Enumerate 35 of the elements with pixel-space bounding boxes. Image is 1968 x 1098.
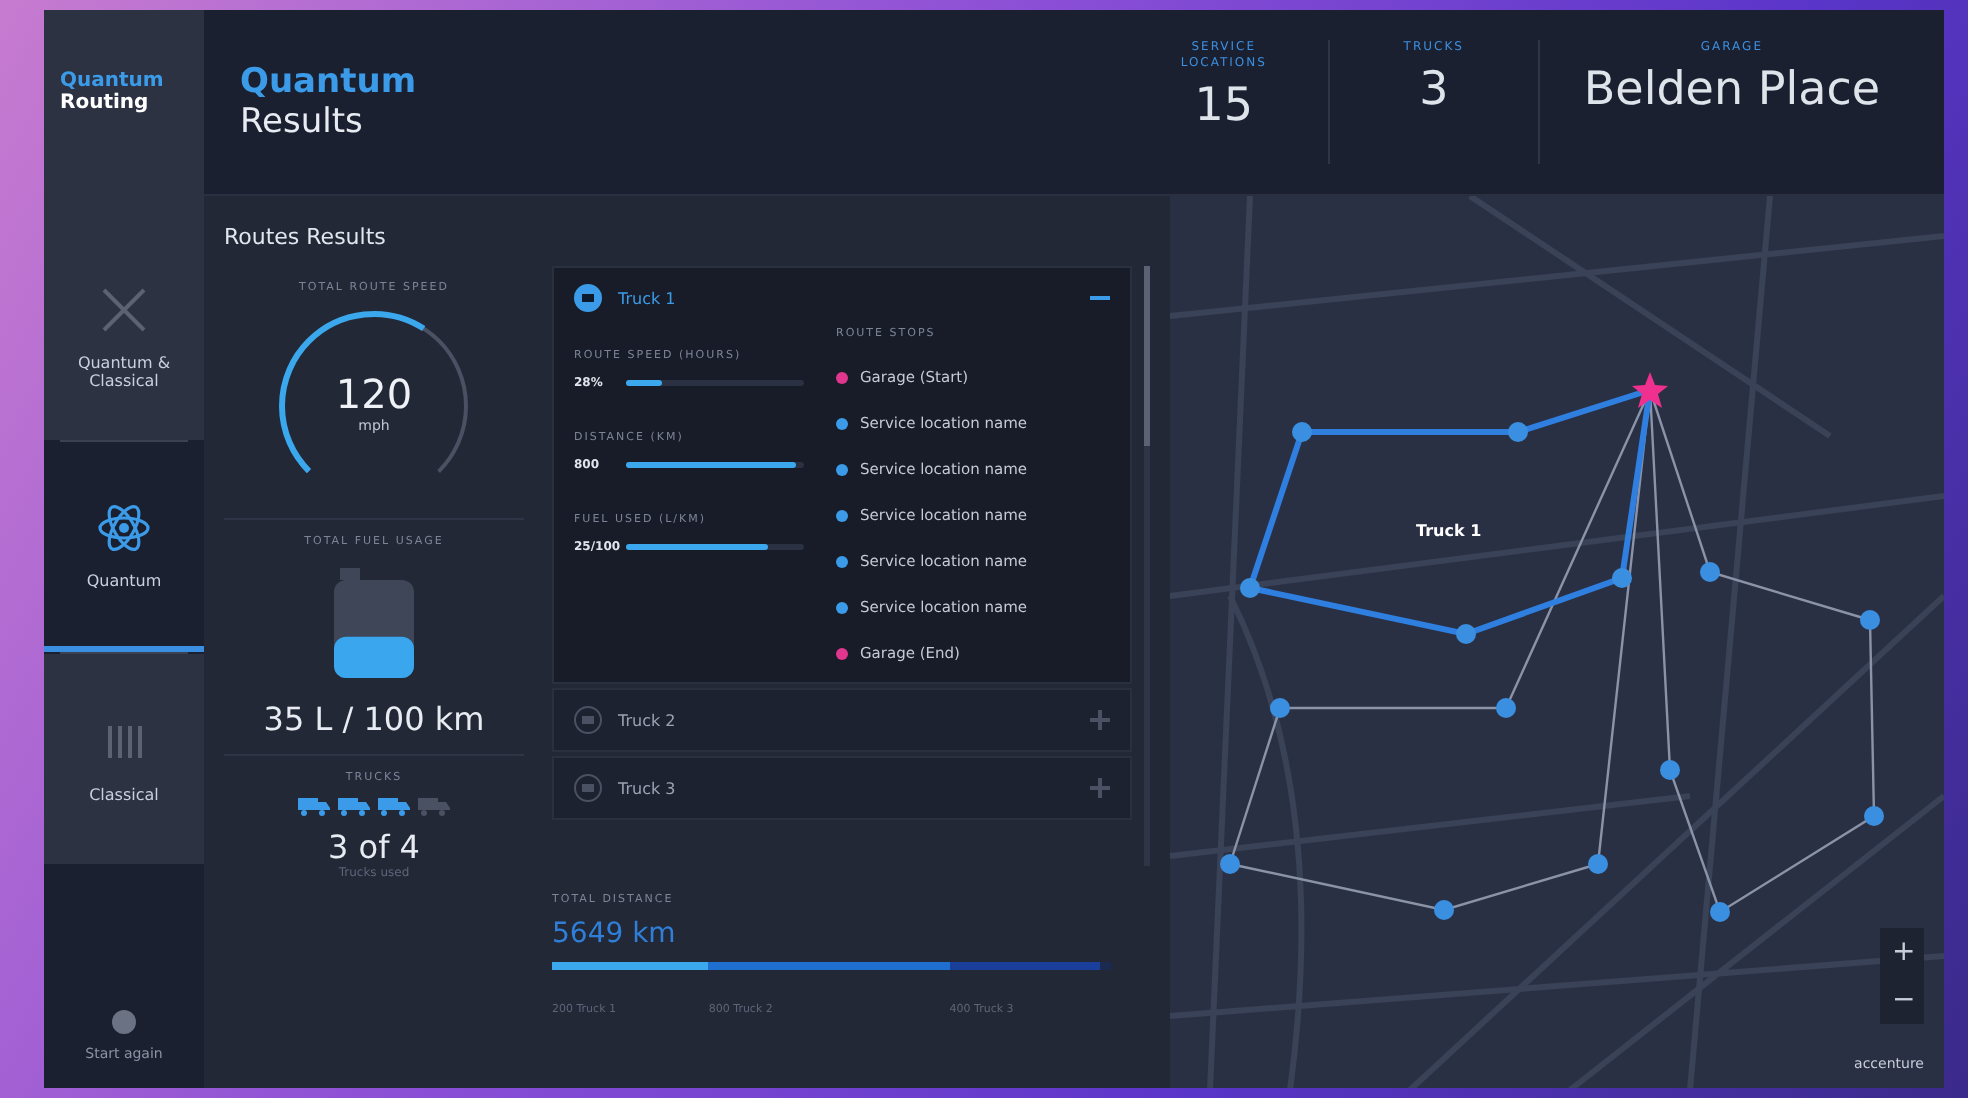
- stat-value: 15: [1194, 80, 1254, 132]
- zoom-in-button[interactable]: +: [1880, 928, 1924, 976]
- scrollbar-thumb[interactable]: [1144, 266, 1150, 446]
- garage-dot: [836, 647, 848, 659]
- page-title: Quantum: [240, 62, 417, 102]
- distance-value: 5649 km: [552, 918, 678, 950]
- expand-icon: [1090, 710, 1110, 730]
- section-title: Routes Results: [224, 224, 388, 250]
- stat-value: 3: [1419, 64, 1449, 116]
- stat-value: Belden Place: [1583, 64, 1880, 116]
- nav-item[interactable]: Classical: [44, 654, 204, 864]
- stop-dot: [836, 601, 848, 613]
- zoom-out-button[interactable]: −: [1880, 976, 1924, 1024]
- speed-value: 120: [335, 370, 413, 418]
- nav-item[interactable]: Quantum & Classical: [44, 230, 204, 440]
- page-subtitle: Results: [240, 102, 365, 142]
- restart-icon: [110, 1008, 138, 1036]
- garage-dot: [836, 371, 848, 383]
- stop-dot: [836, 555, 848, 567]
- stop-dot: [836, 417, 848, 429]
- fuel-value: 35 L / 100 km: [263, 700, 485, 738]
- truck-header[interactable]: Truck 3: [554, 758, 1130, 818]
- truck-badge-icon: [574, 774, 602, 802]
- truck-header[interactable]: Truck 2: [554, 690, 1130, 750]
- expand-icon: [1090, 778, 1110, 798]
- logo-text: Routing: [60, 92, 151, 114]
- truck-badge-icon: [574, 284, 602, 312]
- logo-text: Quantum: [60, 70, 166, 92]
- trucks-value: 3 of 4: [328, 828, 420, 866]
- fuel-can-icon: [332, 568, 416, 680]
- atom-icon: [96, 499, 152, 555]
- stop-dot: [836, 509, 848, 521]
- truck-badge-icon: [574, 706, 602, 734]
- stop-dot: [836, 463, 848, 475]
- route-label: Truck 1: [1416, 522, 1482, 540]
